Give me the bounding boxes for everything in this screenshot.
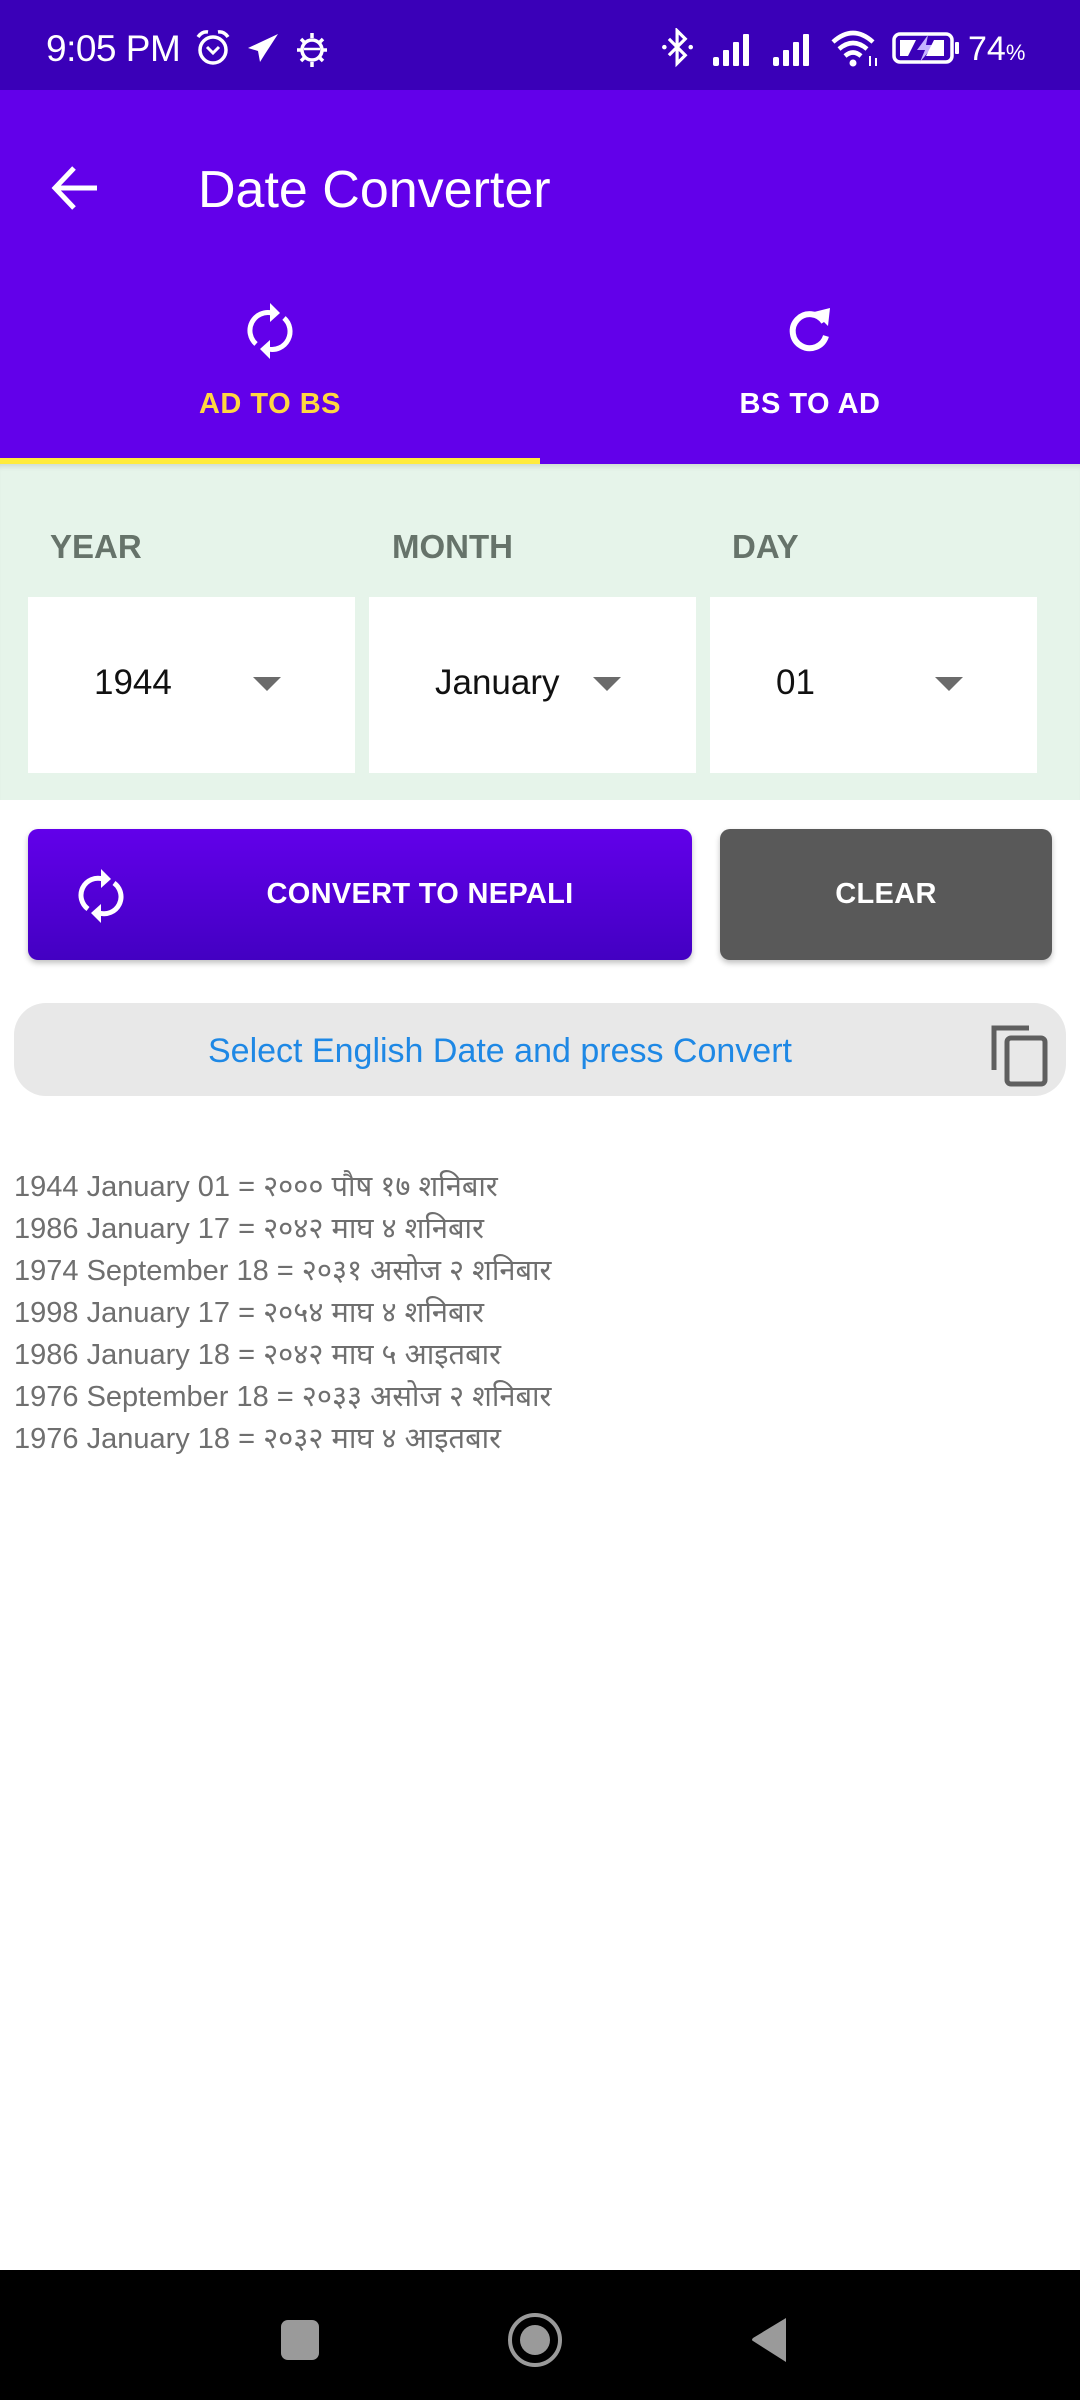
tab-bs-to-ad[interactable]: BS TO AD bbox=[540, 280, 1080, 460]
history-item[interactable]: 1986 January 17 = २०४२ माघ ४ शनिबार bbox=[14, 1208, 1064, 1250]
day-label: DAY bbox=[732, 528, 799, 565]
convert-button-label: CONVERT TO NEPALI bbox=[266, 878, 574, 910]
history-item[interactable]: 1944 January 01 = २००० पौष १७ शनिबार bbox=[14, 1166, 1064, 1208]
copy-icon[interactable] bbox=[989, 1022, 1051, 1088]
tab-label: BS TO AD bbox=[739, 388, 881, 420]
history-item[interactable]: 1974 September 18 = २०३१ असोज २ शनिबार bbox=[14, 1250, 1064, 1292]
history-item[interactable]: 1976 January 18 = २०३२ माघ ४ आइतबार bbox=[14, 1418, 1064, 1460]
year-value: 1944 bbox=[94, 663, 172, 702]
signal-icon bbox=[773, 34, 809, 66]
year-spinner[interactable]: 1944 bbox=[28, 597, 355, 773]
home-icon bbox=[508, 2313, 562, 2367]
year-label: YEAR bbox=[50, 528, 142, 565]
home-button[interactable] bbox=[495, 2300, 575, 2380]
battery-percent: 74% bbox=[968, 30, 1026, 68]
history-item[interactable]: 1998 January 17 = २०५४ माघ ४ शनिबार bbox=[14, 1292, 1064, 1334]
day-value: 01 bbox=[776, 663, 815, 702]
date-picker-section: YEAR MONTH DAY 1944 January 01 bbox=[0, 464, 1080, 800]
month-value: January bbox=[435, 663, 560, 702]
signal-icon bbox=[713, 34, 749, 66]
system-navigation-bar bbox=[0, 2270, 1080, 2400]
back-triangle-icon bbox=[752, 2318, 786, 2362]
clear-button-label: CLEAR bbox=[835, 878, 937, 910]
android-debug-icon bbox=[297, 33, 327, 67]
history-item[interactable]: 1986 January 18 = २०४२ माघ ५ आइतबार bbox=[14, 1334, 1064, 1376]
chevron-down-icon bbox=[253, 677, 281, 691]
month-label: MONTH bbox=[392, 528, 513, 565]
app-bar: Date Converter AD TO BS BS TO AD bbox=[0, 90, 1080, 464]
page-title: Date Converter bbox=[198, 161, 551, 219]
wifi-icon bbox=[831, 30, 877, 67]
bluetooth-icon bbox=[662, 28, 693, 68]
conversion-history-list: 1944 January 01 = २००० पौष १७ शनिबार 198… bbox=[14, 1166, 1064, 1460]
telegram-icon bbox=[248, 34, 278, 62]
recents-icon bbox=[281, 2320, 319, 2360]
sync-icon bbox=[247, 303, 293, 359]
month-spinner[interactable]: January bbox=[369, 597, 696, 773]
result-display: Select English Date and press Convert bbox=[14, 1003, 1066, 1096]
status-time: 9:05 PM bbox=[46, 28, 181, 69]
back-button[interactable] bbox=[40, 152, 112, 224]
sync-icon bbox=[78, 869, 124, 923]
back-nav-button[interactable] bbox=[730, 2300, 810, 2380]
clear-button[interactable]: CLEAR bbox=[720, 829, 1052, 960]
arrow-left-icon bbox=[51, 166, 97, 210]
battery-charging-icon bbox=[892, 32, 959, 64]
status-bar: 9:05 PM 74% bbox=[0, 0, 1080, 90]
day-spinner[interactable]: 01 bbox=[710, 597, 1037, 773]
alarm-icon bbox=[196, 30, 230, 65]
chevron-down-icon bbox=[935, 677, 963, 691]
refresh-icon bbox=[789, 308, 830, 352]
convert-to-nepali-button[interactable]: CONVERT TO NEPALI bbox=[28, 829, 692, 960]
tab-ad-to-bs[interactable]: AD TO BS bbox=[0, 280, 540, 460]
recents-button[interactable] bbox=[260, 2300, 340, 2380]
chevron-down-icon bbox=[593, 677, 621, 691]
tab-label: AD TO BS bbox=[198, 388, 342, 420]
result-text: Select English Date and press Convert bbox=[208, 1032, 792, 1070]
history-item[interactable]: 1976 September 18 = २०३३ असोज २ शनिबार bbox=[14, 1376, 1064, 1418]
